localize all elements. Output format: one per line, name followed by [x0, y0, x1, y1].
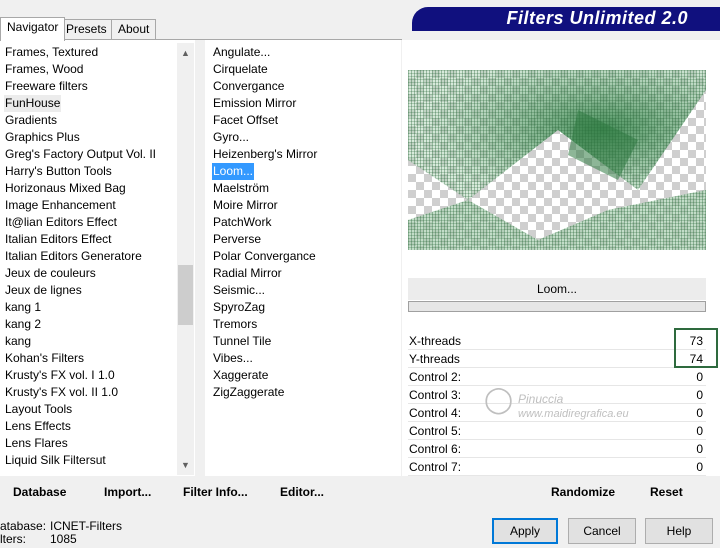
watermark-logo-icon: ◯ — [484, 384, 514, 414]
control-row[interactable]: Y-threads 74 — [408, 350, 706, 368]
filter-item[interactable]: Radial Mirror — [212, 265, 283, 282]
control-row[interactable]: X-threads 73 — [408, 332, 706, 350]
scroll-thumb[interactable] — [178, 265, 193, 325]
randomize-button[interactable]: Randomize — [551, 484, 615, 500]
filter-item[interactable]: Gyro... — [212, 129, 250, 146]
apply-button[interactable]: Apply — [492, 518, 558, 544]
filter-item[interactable]: Vibes... — [212, 350, 254, 367]
category-item[interactable]: Layout Tools — [4, 401, 73, 418]
category-item[interactable]: Jeux de lignes — [4, 282, 83, 299]
cancel-button[interactable]: Cancel — [568, 518, 636, 544]
database-value: ICNET-Filters — [50, 519, 122, 533]
category-item[interactable]: Lens Flares — [4, 435, 69, 452]
import-button[interactable]: Import... — [104, 484, 151, 500]
watermark-url: www.maidiregrafica.eu — [518, 408, 629, 420]
filter-item[interactable]: Tunnel Tile — [212, 333, 272, 350]
database-button[interactable]: Database — [13, 484, 66, 500]
tab-about[interactable]: About — [111, 19, 157, 39]
reset-button[interactable]: Reset — [650, 484, 683, 500]
category-item[interactable]: Gradients — [4, 112, 58, 129]
category-item[interactable]: Liquid Silk Filtersut — [4, 452, 107, 469]
control-value[interactable]: 0 — [696, 422, 703, 440]
control-label: Control 2: — [409, 370, 462, 384]
bottom-toolbar: Database Import... Filter Info... Editor… — [0, 476, 720, 506]
filter-info-button[interactable]: Filter Info... — [183, 484, 248, 500]
scroll-down-icon[interactable]: ▼ — [177, 457, 194, 473]
control-value[interactable]: 0 — [696, 386, 703, 404]
filter-item[interactable]: Maelström — [212, 180, 270, 197]
scroll-up-icon[interactable]: ▲ — [177, 45, 194, 61]
current-filter-name: Loom... — [408, 278, 706, 300]
control-value[interactable]: 0 — [696, 440, 703, 458]
control-row[interactable]: Control 6: 0 — [408, 440, 706, 458]
help-button[interactable]: Help — [645, 518, 713, 544]
filter-item[interactable]: Facet Offset — [212, 112, 279, 129]
category-item[interactable]: Harry's Button Tools — [4, 163, 113, 180]
category-item[interactable]: kang — [4, 333, 32, 350]
category-item[interactable]: Lens Effects — [4, 418, 72, 435]
banner-underline — [412, 29, 720, 31]
control-label: Control 6: — [409, 442, 462, 456]
filters-count-value: 1085 — [50, 532, 77, 546]
watermark: ◯ Pinuccia www.maidiregrafica.eu — [478, 378, 658, 428]
category-item[interactable]: Frames, Textured — [4, 44, 99, 61]
category-item[interactable]: Greg's Factory Output Vol. II — [4, 146, 157, 163]
control-label: X-threads — [409, 334, 462, 348]
control-value[interactable]: 0 — [696, 458, 703, 476]
database-label: atabase: — [0, 519, 47, 533]
filters-count-label: lters: — [0, 532, 27, 546]
category-item[interactable]: Freeware filters — [4, 78, 89, 95]
category-scrollbar[interactable]: ▲ ▼ — [177, 43, 194, 475]
app-banner-title: Filters Unlimited 2.0 — [412, 7, 720, 29]
progress-bar — [408, 301, 706, 312]
category-item[interactable]: Italian Editors Generatore — [4, 248, 143, 265]
filter-item[interactable]: Polar Convergance — [212, 248, 317, 265]
filter-item[interactable]: Moire Mirror — [212, 197, 279, 214]
category-item[interactable]: Image Enhancement — [4, 197, 117, 214]
category-item[interactable]: Horizonaus Mixed Bag — [4, 180, 127, 197]
category-item[interactable]: kang 1 — [4, 299, 42, 316]
category-item[interactable]: FunHouse — [4, 95, 62, 112]
filter-item[interactable]: Emission Mirror — [212, 95, 297, 112]
filter-item[interactable]: SpyroZag — [212, 299, 266, 316]
filter-item[interactable]: Loom... — [212, 163, 255, 180]
category-item[interactable]: Jeux de couleurs — [4, 265, 97, 282]
control-label: Control 4: — [409, 406, 462, 420]
tab-presets[interactable]: Presets — [59, 19, 114, 39]
control-label: Y-threads — [409, 352, 460, 366]
category-list[interactable]: Frames, Textured Frames, Wood Freeware fil… — [0, 40, 195, 476]
filter-item[interactable]: Seismic... — [212, 282, 266, 299]
filter-item[interactable]: Cirquelate — [212, 61, 269, 78]
watermark-name: Pinuccia — [518, 392, 564, 406]
filter-item[interactable]: Xaggerate — [212, 367, 269, 384]
tab-navigator[interactable]: Navigator — [0, 17, 66, 41]
category-item[interactable]: Graphics Plus — [4, 129, 81, 146]
control-label: Control 7: — [409, 460, 462, 474]
filter-item[interactable]: Convergance — [212, 78, 285, 95]
category-item[interactable]: Frames, Wood — [4, 61, 84, 78]
filter-item[interactable]: Tremors — [212, 316, 258, 333]
filter-item[interactable]: Heizenberg's Mirror — [212, 146, 318, 163]
control-value[interactable]: 0 — [696, 368, 703, 386]
category-item[interactable]: Krusty's FX vol. I 1.0 — [4, 367, 116, 384]
highlight-box — [674, 328, 718, 368]
category-item[interactable]: Krusty's FX vol. II 1.0 — [4, 384, 119, 401]
control-label: Control 5: — [409, 424, 462, 438]
filter-list[interactable]: Angulate... Cirquelate Convergance Emission… — [205, 40, 401, 476]
category-item[interactable]: kang 2 — [4, 316, 42, 333]
preview-image — [408, 70, 706, 250]
filter-item[interactable]: PatchWork — [212, 214, 272, 231]
filter-item[interactable]: Perverse — [212, 231, 262, 248]
editor-button[interactable]: Editor... — [280, 484, 324, 500]
filter-item[interactable]: Angulate... — [212, 44, 271, 61]
control-label: Control 3: — [409, 388, 462, 402]
category-item[interactable]: It@lian Editors Effect — [4, 214, 118, 231]
category-item[interactable]: Italian Editors Effect — [4, 231, 113, 248]
control-row[interactable]: Control 7: 0 — [408, 458, 706, 476]
category-item[interactable]: Kohan's Filters — [4, 350, 85, 367]
filter-item[interactable]: ZigZaggerate — [212, 384, 285, 401]
control-value[interactable]: 0 — [696, 404, 703, 422]
